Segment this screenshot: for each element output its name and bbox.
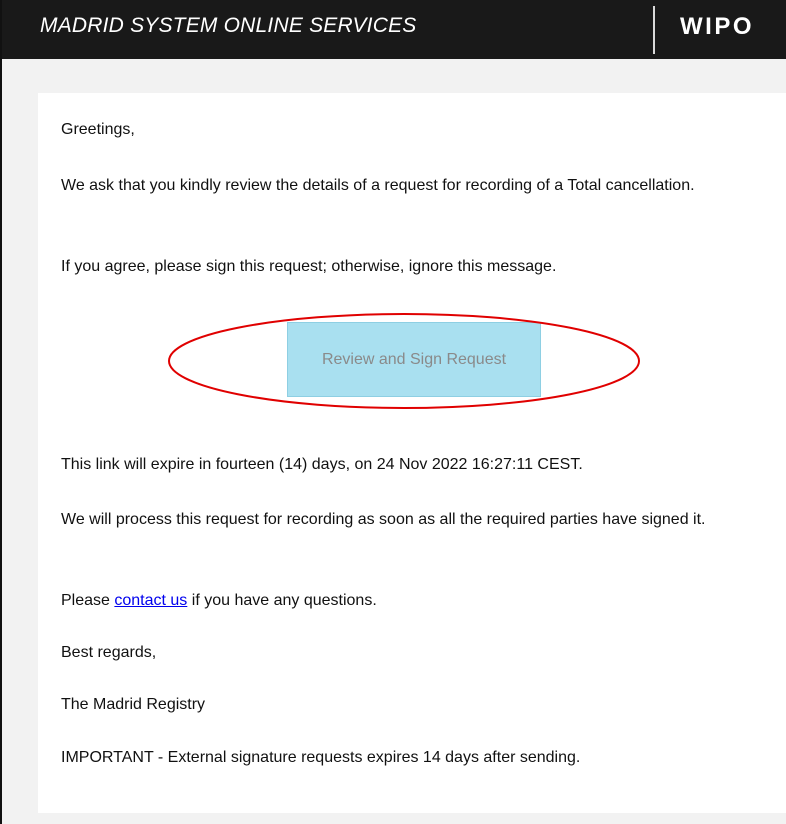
agree-text: If you agree, please sign this request; … [61, 258, 557, 275]
contact-suffix: if you have any questions. [187, 592, 377, 609]
review-and-sign-button-label: Review and Sign Request [321, 350, 507, 368]
process-text: We will process this request for recordi… [61, 511, 706, 528]
request-text: We ask that you kindly review the detail… [61, 177, 695, 194]
header-title: MADRID SYSTEM ONLINE SERVICES [40, 14, 417, 37]
expiry-text: This link will expire in fourteen (14) d… [61, 456, 583, 473]
header-bar: MADRID SYSTEM ONLINE SERVICES WIPO [2, 0, 786, 59]
greeting-text: Greetings, [61, 121, 135, 138]
important-notice: IMPORTANT - External signature requests … [61, 749, 581, 766]
wipo-logo: WIPO [680, 13, 754, 40]
contact-text: Please contact us if you have any questi… [61, 589, 761, 612]
contact-prefix: Please [61, 592, 115, 609]
email-window: MADRID SYSTEM ONLINE SERVICES WIPO Greet… [0, 0, 786, 824]
contact-us-link[interactable]: contact us [114, 592, 187, 609]
closing-text: Best regards, [61, 644, 157, 661]
signature-text: The Madrid Registry [61, 696, 206, 713]
review-and-sign-button[interactable]: Review and Sign Request [287, 322, 541, 397]
header-divider [653, 6, 655, 54]
